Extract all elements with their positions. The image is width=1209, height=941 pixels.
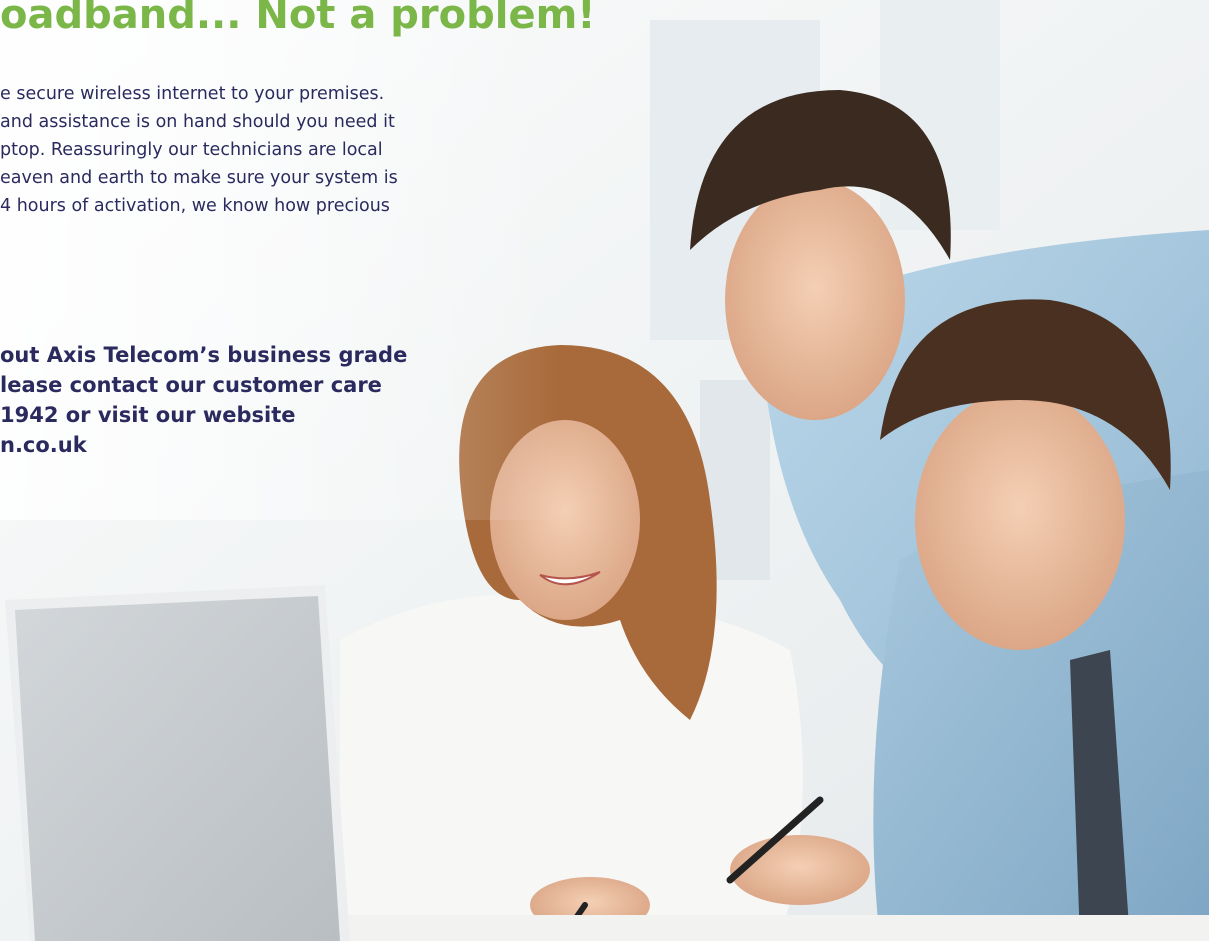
website-link[interactable]: n.co.uk	[0, 430, 470, 460]
laptop-screen	[15, 596, 340, 941]
call-to-action: out Axis Telecom’s business grade lease …	[0, 340, 470, 460]
body-line: eaven and earth to make sure your system…	[0, 168, 398, 188]
cta-line: 1942 or visit our website	[0, 403, 296, 427]
advert-scene: oadband... Not a problem! e secure wirel…	[0, 0, 1209, 941]
cta-line: lease contact our customer care	[0, 373, 382, 397]
body-paragraph: e secure wireless internet to your premi…	[0, 80, 500, 220]
headline: oadband... Not a problem!	[0, 0, 596, 38]
man-face-front	[915, 390, 1125, 650]
body-line: e secure wireless internet to your premi…	[0, 84, 385, 104]
man-face-back	[725, 180, 905, 420]
body-line: 4 hours of activation, we know how preci…	[0, 196, 390, 216]
desk	[340, 915, 1209, 941]
body-line: ptop. Reassuringly our technicians are l…	[0, 140, 383, 160]
body-line: and assistance is on hand should you nee…	[0, 112, 395, 132]
cta-line: out Axis Telecom’s business grade	[0, 343, 408, 367]
man-hand	[730, 835, 870, 905]
